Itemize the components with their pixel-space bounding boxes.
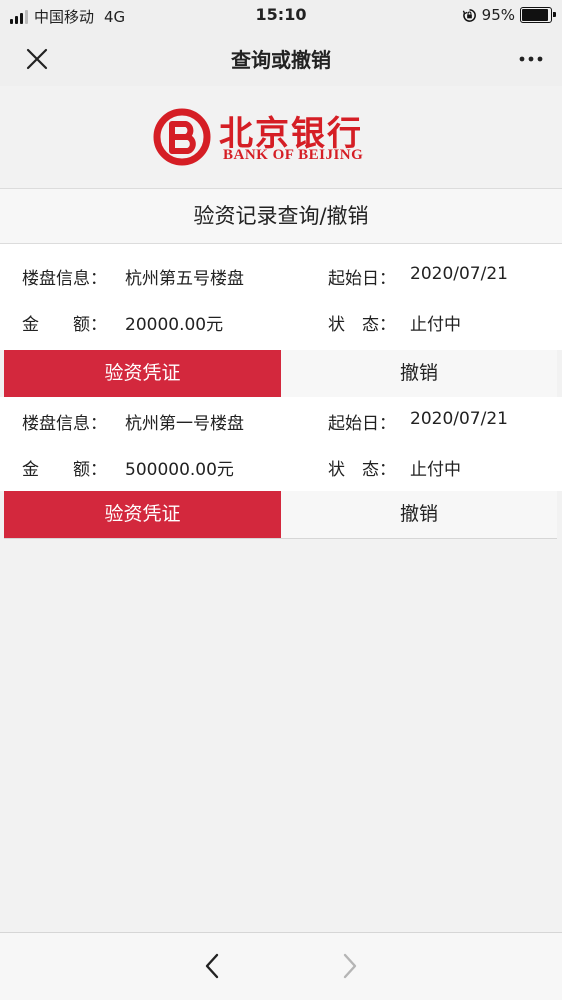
status-value: 止付中 — [410, 460, 461, 480]
record-actions: 验资凭证 撤销 — [4, 491, 557, 539]
project-label: 楼盘信息： — [22, 414, 107, 434]
amount-value: 20000.00元 — [125, 315, 224, 335]
revoke-button[interactable]: 撤销 — [281, 491, 557, 538]
status-value: 止付中 — [410, 315, 461, 335]
chevron-right-icon — [343, 953, 357, 979]
start-date-label: 起始日： — [328, 414, 396, 434]
amount-value: 500000.00元 — [125, 460, 234, 480]
record-row-amount: 金 额： 20000.00元 状 态： 止付中 — [0, 298, 562, 344]
start-date-label: 起始日： — [328, 269, 396, 289]
record-card: 楼盘信息： 杭州第一号楼盘 起始日： 2020/07/21 金 额： 50000… — [0, 397, 562, 491]
project-value: 杭州第五号楼盘 — [125, 269, 244, 289]
status-bar: 中国移动 4G 15:10 95% — [0, 0, 562, 32]
battery-icon — [520, 7, 556, 23]
browser-toolbar — [0, 932, 562, 1000]
record-row-info: 楼盘信息： 杭州第一号楼盘 起始日： 2020/07/21 — [0, 397, 562, 443]
chevron-left-icon[interactable] — [200, 951, 226, 981]
revoke-button[interactable]: 撤销 — [281, 350, 557, 397]
nav-bar: 查询或撤销 — [0, 32, 562, 86]
bank-logo: 北京银行 BANK OF BEIJING — [153, 106, 403, 168]
project-label: 楼盘信息： — [22, 269, 107, 289]
record-row-amount: 金 额： 500000.00元 状 态： 止付中 — [0, 443, 562, 489]
status-label: 状 态： — [328, 315, 396, 335]
project-value: 杭州第一号楼盘 — [125, 414, 244, 434]
status-right: 95% — [462, 6, 556, 24]
record-actions: 验资凭证 撤销 — [4, 350, 557, 397]
status-label: 状 态： — [328, 460, 396, 480]
battery-percent: 95% — [481, 6, 515, 24]
capital-certificate-button[interactable]: 验资凭证 — [4, 491, 281, 538]
orientation-lock-icon — [462, 8, 476, 22]
more-icon[interactable] — [516, 44, 546, 74]
capital-certificate-button[interactable]: 验资凭证 — [4, 350, 281, 397]
bank-header: 北京银行 BANK OF BEIJING — [0, 86, 562, 189]
amount-label: 金 额： — [22, 315, 107, 335]
start-date-value: 2020/07/21 — [410, 264, 508, 284]
start-date-value: 2020/07/21 — [410, 409, 508, 429]
amount-label: 金 额： — [22, 460, 107, 480]
bank-emblem-icon — [153, 108, 211, 166]
record-row-info: 楼盘信息： 杭州第五号楼盘 起始日： 2020/07/21 — [0, 252, 562, 298]
bank-name-en: BANK OF BEIJING — [223, 147, 364, 163]
page-title: 查询或撤销 — [231, 48, 331, 72]
section-title: 验资记录查询/撤销 — [0, 189, 562, 244]
record-card: 楼盘信息： 杭州第五号楼盘 起始日： 2020/07/21 金 额： 20000… — [0, 244, 562, 350]
